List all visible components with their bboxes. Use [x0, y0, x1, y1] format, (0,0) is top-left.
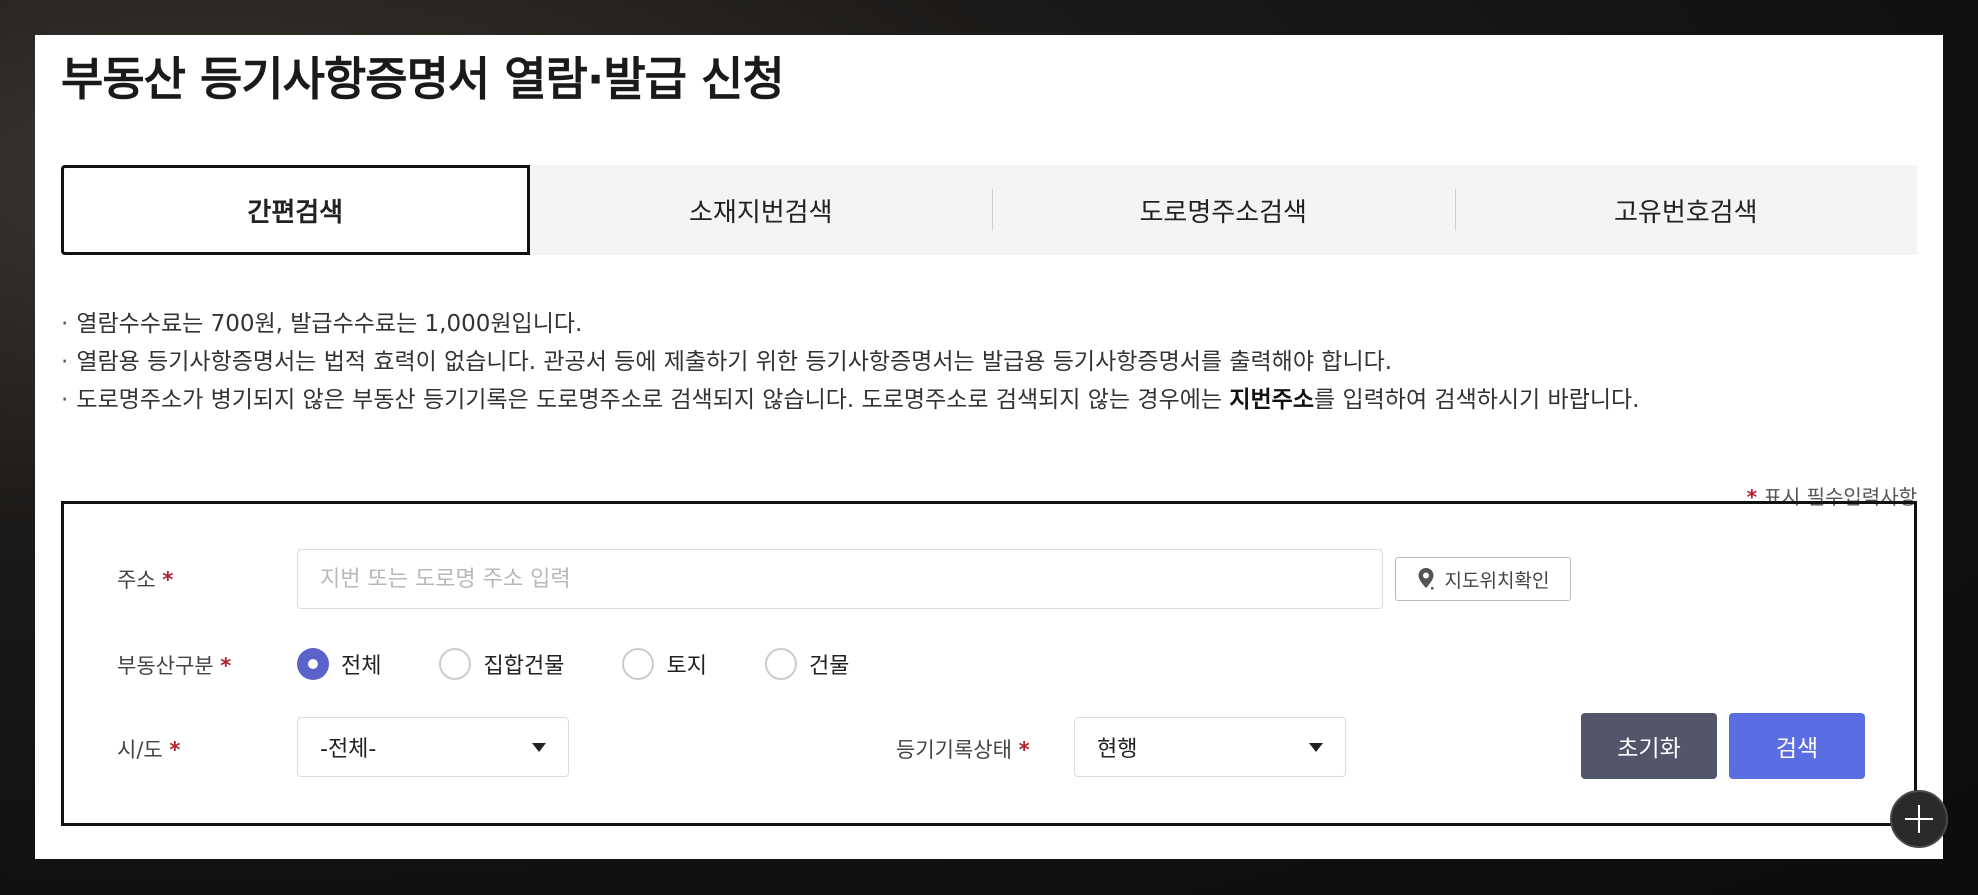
- property-type-radio-group: 전체 집합건물 토지 건물: [297, 648, 907, 680]
- notice-legal-effect: · 열람용 등기사항증명서는 법적 효력이 없습니다. 관공서 등에 제출하기 위…: [61, 343, 1639, 381]
- radio-label: 전체: [341, 654, 382, 679]
- main-panel: 부동산 등기사항증명서 열람·발급 신청 간편검색 소재지번검색 도로명주소검색…: [35, 35, 1943, 859]
- radio-all[interactable]: 전체: [297, 648, 381, 680]
- region-select-value: -전체-: [320, 737, 377, 762]
- bullet: ·: [61, 387, 69, 413]
- radio-label: 토지: [666, 654, 707, 679]
- radio-label: 집합건물: [483, 654, 565, 679]
- map-button-label: 지도위치확인: [1444, 569, 1550, 592]
- address-input[interactable]: [297, 549, 1383, 609]
- radio-building[interactable]: 건물: [764, 648, 850, 680]
- notice-fee: · 열람수수료는 700원, 발급수수료는 1,000원입니다.: [61, 305, 1639, 343]
- tab-road-address-search[interactable]: 도로명주소검색: [992, 165, 1455, 255]
- search-button[interactable]: 검색: [1729, 713, 1865, 779]
- radio-unchecked-icon: [764, 648, 797, 680]
- record-status-select[interactable]: 현행: [1074, 717, 1346, 777]
- radio-label: 건물: [808, 654, 850, 679]
- tab-simple-search[interactable]: 간편검색: [61, 165, 530, 255]
- tab-unique-number-search[interactable]: 고유번호검색: [1454, 165, 1918, 255]
- radio-collective-building[interactable]: 집합건물: [439, 648, 564, 680]
- label-text: 시/도: [117, 738, 163, 762]
- notice-emphasis: 지번주소: [1229, 387, 1314, 413]
- radio-unchecked-icon: [439, 648, 472, 680]
- search-form: 주소 * 지도위치확인 부동산구분 * 전체 집합건물: [61, 501, 1917, 826]
- radio-checked-icon: [297, 648, 329, 680]
- required-star: *: [169, 738, 181, 762]
- bullet: ·: [61, 349, 69, 375]
- notice-road-address: · 도로명주소가 병기되지 않은 부동산 등기기록은 도로명주소로 검색되지 않습…: [61, 381, 1639, 419]
- reset-button[interactable]: 초기화: [1581, 713, 1717, 779]
- required-star: *: [162, 568, 174, 592]
- caret-down-icon: [1309, 742, 1323, 752]
- plus-icon: [1905, 805, 1933, 833]
- required-star: *: [1018, 738, 1030, 762]
- record-status-label: 등기기록상태 *: [896, 734, 1030, 764]
- property-type-label: 부동산구분 *: [117, 650, 231, 680]
- notice-list: · 열람수수료는 700원, 발급수수료는 1,000원입니다. · 열람용 등기사…: [61, 305, 1639, 419]
- radio-unchecked-icon: [622, 648, 655, 680]
- search-tabs: 간편검색 소재지번검색 도로명주소검색 고유번호검색: [61, 165, 1917, 255]
- tab-lot-number-search[interactable]: 소재지번검색: [530, 165, 993, 255]
- caret-down-icon: [532, 742, 546, 752]
- radio-land[interactable]: 토지: [622, 648, 707, 680]
- map-location-button[interactable]: 지도위치확인: [1395, 557, 1571, 601]
- notice-text: 열람용 등기사항증명서는 법적 효력이 없습니다. 관공서 등에 제출하기 위한…: [76, 349, 1393, 375]
- record-status-select-value: 현행: [1097, 737, 1138, 762]
- page-title: 부동산 등기사항증명서 열람·발급 신청: [61, 52, 785, 106]
- notice-text: 열람수수료는 700원, 발급수수료는 1,000원입니다.: [76, 311, 583, 337]
- notice-text: 도로명주소가 병기되지 않은 부동산 등기기록은 도로명주소로 검색되지 않습니…: [76, 387, 1230, 413]
- region-label: 시/도 *: [117, 734, 180, 764]
- address-label: 주소 *: [117, 564, 173, 594]
- floating-add-button[interactable]: [1890, 790, 1948, 848]
- label-text: 부동산구분: [117, 654, 214, 678]
- region-select[interactable]: -전체-: [297, 717, 569, 777]
- map-pin-icon: [1418, 568, 1434, 590]
- bullet: ·: [61, 311, 69, 337]
- required-star: *: [220, 654, 232, 678]
- label-text: 주소: [117, 568, 156, 592]
- notice-text: 를 입력하여 검색하시기 바랍니다.: [1314, 387, 1640, 413]
- label-text: 등기기록상태: [896, 738, 1012, 762]
